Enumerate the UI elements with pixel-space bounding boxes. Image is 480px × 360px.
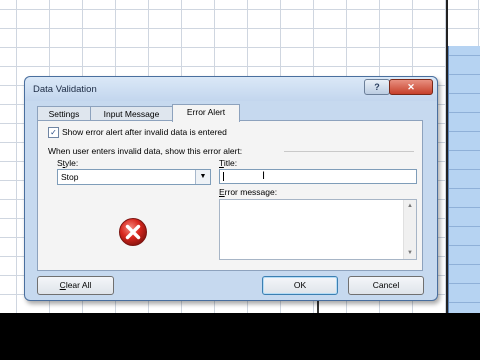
tab-input-message[interactable]: Input Message	[90, 106, 173, 121]
text-caret	[223, 172, 224, 181]
style-value: Stop	[61, 172, 79, 182]
selected-column[interactable]	[448, 46, 480, 313]
tab-input-message-label: Input Message	[103, 109, 160, 119]
style-dropdown[interactable]: Stop ▼	[57, 169, 211, 185]
scroll-up-icon[interactable]: ▲	[404, 203, 416, 209]
title-label: Title:	[219, 158, 238, 168]
clear-all-button[interactable]: Clear All	[37, 276, 114, 295]
dialog-title: Data Validation	[33, 84, 97, 95]
section-label: When user enters invalid data, show this…	[48, 146, 243, 156]
error-alert-panel: ✓ Show error alert after invalid data is…	[37, 120, 423, 271]
close-button[interactable]: ✕	[389, 79, 433, 95]
ibeam-cursor-icon: I	[262, 170, 266, 182]
chevron-down-icon[interactable]: ▼	[195, 170, 210, 184]
section-divider	[284, 151, 414, 152]
dialog-titlebar[interactable]: Data Validation ? ✕	[25, 77, 437, 101]
help-icon: ?	[374, 82, 380, 92]
letterbox-bar	[0, 313, 480, 360]
textarea-scrollbar[interactable]: ▲ ▼	[403, 200, 416, 259]
error-message-textarea[interactable]: ▲ ▼	[219, 199, 417, 260]
tab-settings[interactable]: Settings	[37, 106, 91, 121]
close-icon: ✕	[407, 82, 415, 92]
data-validation-dialog: Data Validation ? ✕ Settings Input Messa…	[24, 76, 438, 301]
stop-error-icon	[119, 218, 147, 246]
show-alert-label: Show error alert after invalid data is e…	[62, 127, 227, 137]
tab-error-alert[interactable]: Error Alert	[172, 104, 240, 122]
tab-error-alert-label: Error Alert	[186, 107, 226, 117]
help-button[interactable]: ?	[364, 79, 390, 95]
show-alert-checkbox[interactable]: ✓	[48, 127, 59, 138]
scroll-down-icon[interactable]: ▼	[404, 250, 416, 256]
ok-button[interactable]: OK	[262, 276, 338, 295]
error-message-label: Error message:	[219, 187, 278, 197]
cancel-button[interactable]: Cancel	[348, 276, 424, 295]
style-label: Style:	[57, 158, 79, 168]
tab-settings-label: Settings	[48, 109, 80, 119]
title-input[interactable]: I	[219, 169, 417, 184]
